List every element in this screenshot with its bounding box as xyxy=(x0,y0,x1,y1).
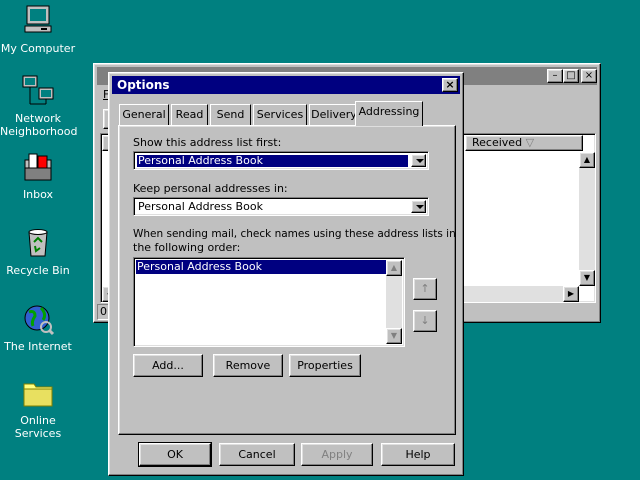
dropdown-button[interactable] xyxy=(411,154,426,167)
desktop-icon-the-internet[interactable]: The Internet xyxy=(0,302,76,353)
tab-label: Addressing xyxy=(358,105,420,118)
recycle-bin-icon xyxy=(21,226,55,260)
inbox-icon xyxy=(21,150,55,184)
tab-label: Services xyxy=(256,108,304,121)
dialog-title-bar[interactable]: Options × xyxy=(112,76,460,94)
desktop-icon-network-neighborhood[interactable]: Network Neighborhood xyxy=(0,74,78,138)
close-button[interactable]: × xyxy=(581,69,597,83)
scroll-down-button[interactable]: ▼ xyxy=(579,270,595,286)
tab-send[interactable]: Send xyxy=(210,104,251,125)
help-button-label: Help xyxy=(405,448,431,461)
help-button[interactable]: Help xyxy=(381,443,455,466)
show-first-dropdown[interactable]: Personal Address Book xyxy=(133,151,429,170)
tab-general[interactable]: General xyxy=(119,104,169,125)
show-first-label: Show this address list first: xyxy=(133,136,282,149)
show-first-value: Personal Address Book xyxy=(136,154,409,168)
arrow-up-icon: ↑ xyxy=(420,282,430,295)
desktop-icon-label: Recycle Bin xyxy=(6,264,70,277)
tab-services[interactable]: Services xyxy=(253,104,307,125)
status-item-count: 0 xyxy=(100,305,107,318)
desktop-icon-inbox[interactable]: Inbox xyxy=(0,150,76,201)
cancel-button-label: Cancel xyxy=(238,448,276,461)
properties-button-label: Properties xyxy=(297,359,353,372)
scroll-up-button[interactable]: ▲ xyxy=(579,152,595,168)
check-order-label-line1: When sending mail, check names using the… xyxy=(133,228,456,240)
desktop-icon-label: Online Services xyxy=(14,414,62,440)
ok-button-label: OK xyxy=(167,448,183,461)
keep-addresses-value: Personal Address Book xyxy=(138,200,263,213)
add-button[interactable]: Add... xyxy=(133,354,203,377)
address-list-order-listbox[interactable]: Personal Address Book ▲ ▼ xyxy=(133,257,405,347)
sort-descending-icon: ▽ xyxy=(525,136,535,149)
column-header-label: Received xyxy=(472,136,523,149)
keep-addresses-label: Keep personal addresses in: xyxy=(133,182,288,195)
tab-delivery[interactable]: Delivery xyxy=(309,104,359,125)
options-dialog[interactable]: Options × General Read Send Services Del… xyxy=(108,72,464,476)
scroll-down-button[interactable]: ▼ xyxy=(386,328,402,344)
addressing-tab-panel: Show this address list first: Personal A… xyxy=(118,125,456,435)
cancel-button[interactable]: Cancel xyxy=(219,443,295,466)
scroll-right-button[interactable]: ▶ xyxy=(563,286,579,302)
dropdown-button[interactable] xyxy=(411,200,426,213)
desktop-icon-label: My Computer xyxy=(0,42,76,55)
desktop-icon-label: Inbox xyxy=(22,188,54,201)
apply-button[interactable]: Apply xyxy=(301,443,373,466)
apply-button-label: Apply xyxy=(321,448,353,461)
desktop-icon-online-services[interactable]: Online Services xyxy=(0,376,76,440)
move-down-button[interactable]: ↓ xyxy=(413,310,437,332)
scroll-up-button[interactable]: ▲ xyxy=(386,260,402,276)
folder-icon xyxy=(21,376,55,410)
chevron-down-icon xyxy=(416,205,424,209)
tab-addressing[interactable]: Addressing xyxy=(355,101,423,126)
dialog-close-button[interactable]: × xyxy=(442,78,458,92)
remove-button-label: Remove xyxy=(225,359,271,372)
tab-label: General xyxy=(122,108,166,121)
vertical-scrollbar[interactable]: ▲ ▼ xyxy=(579,152,595,286)
minimize-button[interactable]: – xyxy=(547,69,563,83)
dialog-title: Options xyxy=(117,78,170,92)
desktop-icon-label: The Internet xyxy=(4,340,72,353)
properties-button[interactable]: Properties xyxy=(289,354,361,377)
column-header-received[interactable]: Received ▽ xyxy=(465,135,583,151)
list-item-label: Personal Address Book xyxy=(137,260,262,273)
desktop-icon-my-computer[interactable]: My Computer xyxy=(0,4,76,55)
tab-read[interactable]: Read xyxy=(171,104,208,125)
internet-icon xyxy=(21,302,55,336)
tab-label: Delivery xyxy=(311,108,357,121)
move-up-button[interactable]: ↑ xyxy=(413,278,437,300)
desktop-icon-recycle-bin[interactable]: Recycle Bin xyxy=(0,226,76,277)
add-button-label: Add... xyxy=(152,359,184,372)
tab-label: Read xyxy=(175,108,204,121)
maximize-button[interactable]: □ xyxy=(563,69,579,83)
check-order-label-line2: the following order: xyxy=(133,241,241,254)
arrow-down-icon: ↓ xyxy=(420,314,430,327)
chevron-down-icon xyxy=(416,159,424,163)
listbox-scrollbar[interactable]: ▲ ▼ xyxy=(386,260,402,344)
desktop-icon-label: Network Neighborhood xyxy=(0,112,78,138)
network-icon xyxy=(21,74,55,108)
remove-button[interactable]: Remove xyxy=(213,354,283,377)
keep-addresses-dropdown[interactable]: Personal Address Book xyxy=(133,197,429,216)
ok-button[interactable]: OK xyxy=(138,442,212,467)
tab-label: Send xyxy=(216,108,245,121)
computer-icon xyxy=(21,4,55,38)
list-item[interactable]: Personal Address Book xyxy=(136,260,386,274)
